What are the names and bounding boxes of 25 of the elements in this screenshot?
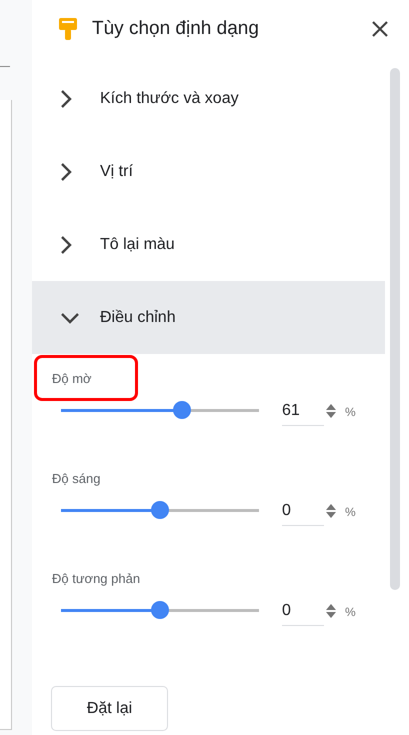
unit-label: % xyxy=(345,504,356,521)
unit-label: % xyxy=(345,404,356,421)
slider-label: Độ sáng xyxy=(51,470,102,488)
reset-button[interactable]: Đặt lại xyxy=(51,686,168,731)
spinner-icon[interactable] xyxy=(326,403,336,419)
slider-thumb[interactable] xyxy=(151,501,169,519)
panel-title: Tùy chọn định dạng xyxy=(92,16,259,41)
slider-thumb[interactable] xyxy=(151,601,169,619)
chevron-right-icon xyxy=(60,234,72,254)
value-field[interactable]: 61 xyxy=(282,396,324,426)
chevron-down-icon xyxy=(60,312,80,324)
value-field[interactable]: 0 xyxy=(282,596,324,626)
spinner-icon[interactable] xyxy=(326,503,336,519)
section-header[interactable]: Điều chỉnh xyxy=(32,281,385,354)
paint-roller-icon xyxy=(58,17,78,41)
slider-label: Độ tương phản xyxy=(51,570,142,588)
scrollbar-thumb[interactable] xyxy=(390,68,400,590)
close-icon[interactable] xyxy=(371,20,389,38)
unit-label: % xyxy=(345,604,356,621)
chevron-right-icon xyxy=(60,88,72,108)
chevron-right-icon xyxy=(60,162,72,182)
slider-label: Độ mờ xyxy=(34,355,138,401)
slider-thumb[interactable] xyxy=(172,401,191,419)
value-field[interactable]: 0 xyxy=(282,496,324,526)
spinner-icon[interactable] xyxy=(326,603,336,619)
